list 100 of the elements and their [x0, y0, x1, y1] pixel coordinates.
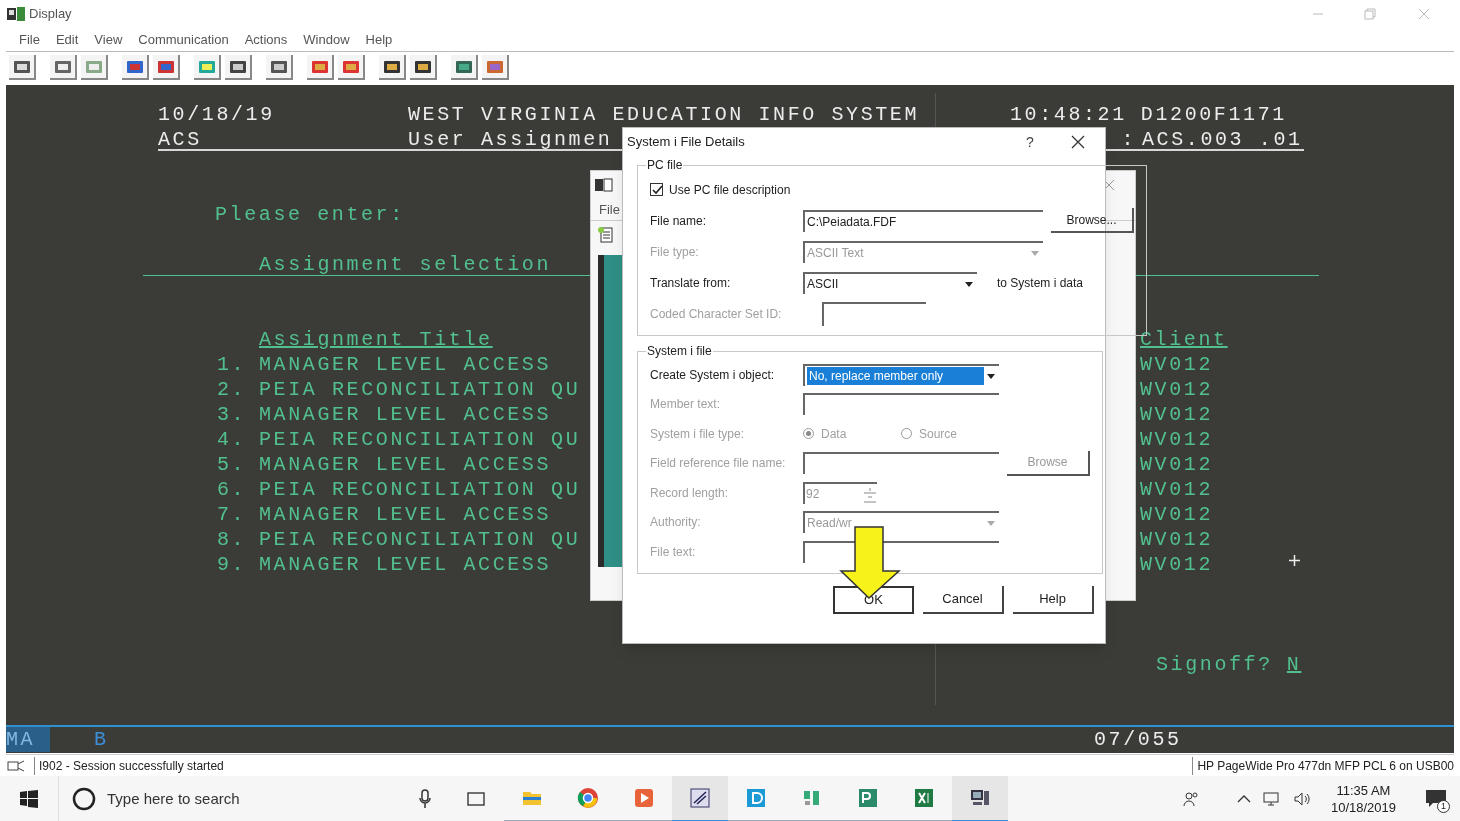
- assignment-title: MANAGER LEVEL ACCESS: [259, 553, 552, 576]
- help-button[interactable]: ?: [1019, 131, 1041, 153]
- radio-label: Data: [821, 425, 847, 443]
- row-number: 7.: [217, 503, 247, 526]
- client-code: WV012: [1140, 503, 1213, 526]
- row-number: 9.: [217, 553, 247, 576]
- spin-value: 92: [806, 485, 821, 503]
- menu-item[interactable]: View: [94, 29, 123, 50]
- crosshair-icon: [1289, 555, 1300, 566]
- search-box[interactable]: Type here to search: [58, 776, 448, 821]
- field-label: Member text:: [650, 396, 722, 414]
- field-suffix: to System i data: [997, 274, 1084, 292]
- menu-item[interactable]: Window: [303, 29, 350, 50]
- speaker-icon[interactable]: [1292, 791, 1311, 807]
- menu-item[interactable]: Communication: [138, 29, 229, 50]
- clock-date: 10/18/2019: [1330, 799, 1396, 816]
- toolbar-button[interactable]: [9, 55, 36, 80]
- time-text: 10:48:21: [1010, 103, 1127, 126]
- client-code: WV012: [1140, 378, 1213, 401]
- system-title: WEST VIRGINIA EDUCATION INFO SYSTEM: [408, 103, 920, 126]
- dialog-button[interactable]: Help: [1013, 585, 1094, 614]
- row-number: 5.: [217, 453, 247, 476]
- toolbar-button[interactable]: [379, 55, 406, 80]
- assignment-title: MANAGER LEVEL ACCESS: [259, 503, 552, 526]
- assignment-title: MANAGER LEVEL ACCESS: [259, 353, 552, 376]
- close-icon[interactable]: [1071, 135, 1085, 149]
- letter-d-icon: [745, 787, 767, 809]
- row-number: 8.: [217, 528, 247, 551]
- status-indicator: MA: [6, 728, 36, 751]
- assignment-title: PEIA RECONCILIATION QU: [259, 428, 581, 451]
- signoff-value[interactable]: N: [1286, 653, 1302, 676]
- check-icon: [650, 183, 663, 196]
- toolbar-button[interactable]: [451, 55, 478, 80]
- client-code: WV012: [1140, 453, 1213, 476]
- row-number: 4.: [217, 428, 247, 451]
- column-header: Assignment Title: [259, 328, 493, 351]
- field-label: Create System i object:: [650, 366, 776, 384]
- dialog-button[interactable]: Cancel: [923, 585, 1004, 614]
- field-label: File type:: [650, 243, 700, 261]
- app-icon: [594, 177, 614, 193]
- group-title: System i file: [646, 343, 713, 360]
- radio-label: Source: [919, 425, 958, 443]
- row-number: 2.: [217, 378, 247, 401]
- menu-item[interactable]: File: [599, 199, 620, 220]
- search-icon: [71, 786, 97, 812]
- windows-logo-icon: [20, 790, 38, 808]
- browser-icon: [577, 787, 599, 809]
- field-label: System i file type:: [650, 425, 746, 443]
- checkbox[interactable]: [650, 183, 663, 196]
- toolbar-button[interactable]: [153, 55, 180, 80]
- printer-status: HP PageWide Pro 477dn MFP PCL 6 on USB00: [1192, 756, 1454, 775]
- field-label: File name:: [650, 212, 708, 230]
- chevron-up-icon[interactable]: [1236, 794, 1251, 804]
- section-title: Assignment selection: [259, 253, 552, 276]
- menu-item[interactable]: Edit: [55, 29, 79, 50]
- screen-id-label: :: [1121, 128, 1136, 151]
- row-number: 3.: [217, 403, 247, 426]
- play-icon: [633, 787, 655, 809]
- cursor-position: 07/055: [1094, 728, 1182, 751]
- dropdown[interactable]: No, replace member only: [803, 363, 999, 386]
- toolbar-button[interactable]: [410, 55, 437, 80]
- clock[interactable]: 11:35 AM 10/18/2019: [1330, 782, 1396, 816]
- notification-count: 1: [1437, 800, 1450, 813]
- assignment-title: PEIA RECONCILIATION QU: [259, 378, 581, 401]
- checkbox-label: Use PC file description: [669, 181, 791, 199]
- client-code: WV012: [1140, 353, 1213, 376]
- signoff-label: Signoff?: [1156, 653, 1273, 676]
- spreadsheet-icon: [913, 787, 935, 809]
- menu-item[interactable]: Actions: [244, 29, 288, 50]
- client-code: WV012: [1140, 528, 1213, 551]
- menu-item[interactable]: File: [19, 29, 40, 50]
- clock-time: 11:35 AM: [1336, 782, 1391, 799]
- prompt-text: Please enter:: [215, 203, 405, 226]
- document-icon[interactable]: [597, 226, 615, 244]
- dropdown[interactable]: ASCII: [803, 271, 977, 294]
- app-icon: [6, 6, 26, 22]
- group-title: PC file: [646, 157, 684, 174]
- column-header: Client: [1140, 328, 1228, 351]
- network-icon[interactable]: [1262, 791, 1281, 807]
- notification-button[interactable]: 1: [1422, 785, 1450, 813]
- client-code: WV012: [1140, 553, 1213, 576]
- browse-button[interactable]: Browse...: [1051, 208, 1134, 233]
- row-number: 1.: [217, 353, 247, 376]
- toolbar-button[interactable]: [266, 55, 293, 80]
- assignment-title: PEIA RECONCILIATION QU: [259, 478, 581, 501]
- toolbar-button[interactable]: [225, 55, 252, 80]
- assignment-title: MANAGER LEVEL ACCESS: [259, 403, 552, 426]
- field-label: Field reference file name:: [650, 455, 787, 473]
- field-label: Coded Character Set ID:: [650, 305, 783, 323]
- taskbar-button[interactable]: [952, 776, 1008, 821]
- menu-item[interactable]: Help: [365, 29, 393, 50]
- dialog-title: System i File Details: [627, 133, 745, 152]
- client-code: WV012: [1140, 478, 1213, 501]
- client-code: WV012: [1140, 403, 1213, 426]
- toolbar-button[interactable]: [50, 55, 77, 80]
- application-code: ACS: [158, 128, 202, 151]
- people-icon[interactable]: [1182, 791, 1199, 807]
- toolbar-button[interactable]: [122, 55, 149, 80]
- status-indicator: B: [94, 728, 109, 751]
- input-field[interactable]: C:\Peiadata.FDF: [803, 209, 1043, 232]
